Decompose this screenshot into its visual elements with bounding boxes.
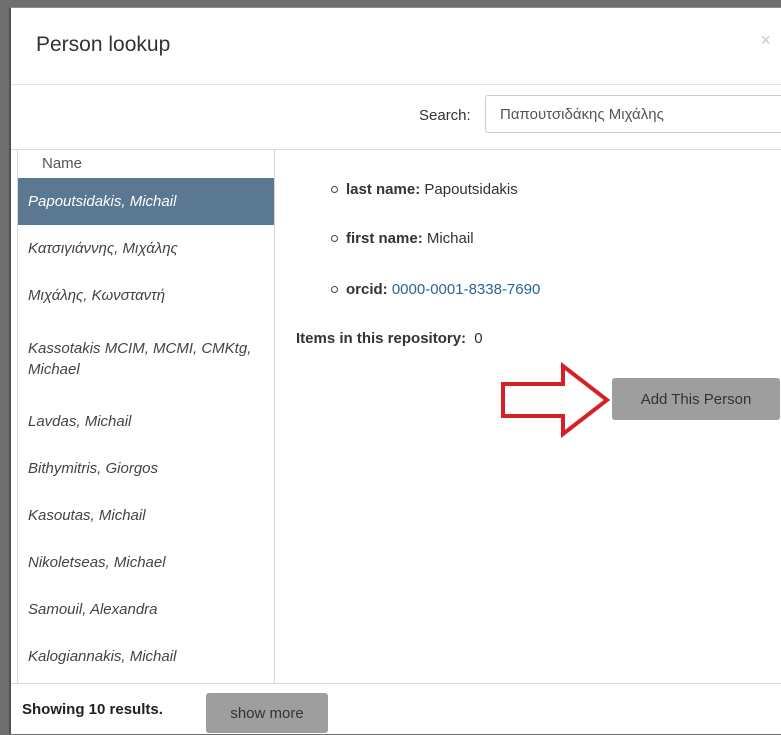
dialog-title: Person lookup bbox=[36, 33, 171, 56]
first-name-value: Michail bbox=[426, 230, 474, 247]
list-item-label: Papoutsidakis, Michail bbox=[28, 193, 177, 210]
red-arrow-icon bbox=[501, 362, 611, 438]
bullet-icon bbox=[331, 285, 338, 293]
orcid-link[interactable]: 0000-0001-8338-7690 bbox=[392, 281, 540, 298]
list-item[interactable]: Samouil, Alexandra bbox=[18, 586, 274, 633]
bullet-icon bbox=[331, 185, 338, 193]
list-item-label: Kalogiannakis, Michail bbox=[28, 648, 177, 665]
list-item-label: Nikoletseas, Michael bbox=[28, 554, 166, 571]
dialog-footer: Showing 10 results. show more bbox=[11, 683, 781, 735]
items-label: Items in this repository: bbox=[296, 330, 467, 347]
list-item[interactable]: Μιχάλης, Κωνσταντή bbox=[18, 272, 274, 319]
person-lookup-dialog: Person lookup × Search: Name Papoutsidak… bbox=[9, 7, 781, 734]
list-item[interactable]: Bithymitris, Giorgos bbox=[18, 445, 274, 492]
close-icon[interactable]: × bbox=[760, 30, 771, 51]
list-item-label: Samouil, Alexandra bbox=[28, 601, 158, 618]
orcid-label: orcid: bbox=[346, 281, 388, 298]
results-list: Name Papoutsidakis, Michail Κατσιγιάννης… bbox=[17, 150, 275, 683]
search-input[interactable] bbox=[485, 95, 781, 133]
list-item-label: Kasoutas, Michail bbox=[28, 507, 146, 524]
show-more-button[interactable]: show more bbox=[206, 693, 328, 733]
results-count: Showing 10 results. bbox=[22, 701, 163, 718]
list-item-label: Μιχάλης, Κωνσταντή bbox=[28, 287, 166, 304]
list-item[interactable]: Κατσιγιάννης, Μιχάλης bbox=[18, 225, 274, 272]
search-label: Search: bbox=[419, 107, 471, 124]
list-item-label: Κατσιγιάννης, Μιχάλης bbox=[28, 240, 178, 257]
list-column-header: Name bbox=[42, 155, 83, 172]
last-name-row: last name: Papoutsidakis bbox=[331, 181, 518, 198]
last-name-label: last name: bbox=[346, 181, 421, 198]
items-count-row: Items in this repository: 0 bbox=[296, 330, 483, 347]
items-value: 0 bbox=[474, 330, 483, 347]
list-item[interactable]: Kasoutas, Michail bbox=[18, 492, 274, 539]
add-this-person-button[interactable]: Add This Person bbox=[612, 378, 780, 420]
person-detail-panel: last name: Papoutsidakis first name: Mic… bbox=[286, 150, 781, 683]
orcid-row: orcid: 0000-0001-8338-7690 bbox=[331, 281, 540, 298]
list-item-selected[interactable]: Papoutsidakis, Michail bbox=[18, 178, 274, 225]
last-name-value: Papoutsidakis bbox=[424, 181, 518, 198]
first-name-label: first name: bbox=[346, 230, 423, 247]
list-item[interactable]: Kalogiannakis, Michail bbox=[18, 633, 274, 680]
list-item[interactable]: Lavdas, Michail bbox=[18, 398, 274, 445]
first-name-row: first name: Michail bbox=[331, 230, 474, 247]
list-item-label: Kassotakis MCIM, MCMI, CMKtg, Michael bbox=[28, 339, 252, 378]
list-item-label: Bithymitris, Giorgos bbox=[28, 460, 159, 477]
dialog-header: Person lookup × bbox=[11, 8, 781, 85]
search-bar: Search: bbox=[11, 85, 781, 150]
list-item[interactable]: Nikoletseas, Michael bbox=[18, 539, 274, 586]
list-item[interactable]: Kassotakis MCIM, MCMI, CMKtg, Michael bbox=[18, 319, 274, 398]
bullet-icon bbox=[331, 234, 338, 242]
list-item-label: Lavdas, Michail bbox=[28, 413, 132, 430]
